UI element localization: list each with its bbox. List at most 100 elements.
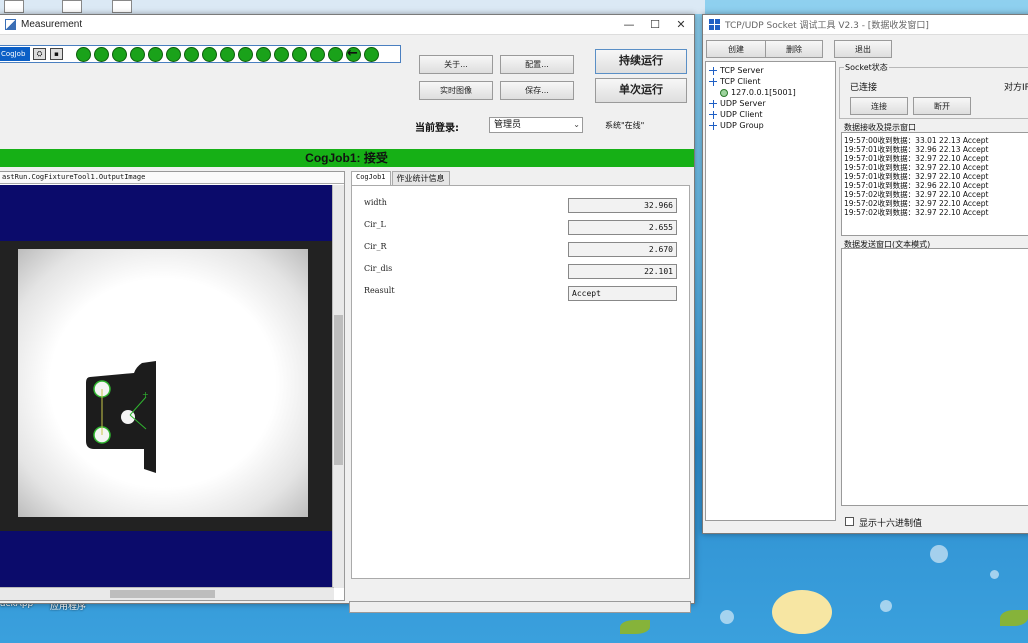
field-value-cir-r: 2.670 <box>568 242 677 257</box>
login-label: 当前登录: <box>415 123 459 134</box>
status-dot[interactable] <box>292 47 307 62</box>
leaf-decoration <box>620 620 650 634</box>
tree-label: UDP Server <box>720 99 766 108</box>
hex-display-checkbox[interactable] <box>845 517 854 526</box>
image-horizontal-scrollbar[interactable] <box>0 587 334 600</box>
cogjob-tag[interactable]: CogJob <box>0 47 30 61</box>
save-button[interactable]: 保存... <box>500 81 574 100</box>
tab-job-statistics[interactable]: 作业统计信息 <box>391 171 450 185</box>
tree-item-client-connection[interactable]: 127.0.0.1[5001] <box>720 88 796 97</box>
backlight-area: + <box>18 249 308 517</box>
tree-item-udp-server[interactable]: UDP Server <box>709 99 766 108</box>
status-dot[interactable] <box>328 47 343 62</box>
status-dot[interactable] <box>166 47 181 62</box>
image-source-select[interactable]: astRun.CogFixtureTool1.OutputImage <box>0 172 344 184</box>
field-label-result: Reasult <box>364 286 395 295</box>
minimize-icon[interactable]: — <box>616 15 642 35</box>
system-status: 系统"在线" <box>605 121 645 130</box>
measured-part-image: + <box>86 361 156 473</box>
taskbar-app-icon[interactable] <box>112 0 132 13</box>
tree-item-tcp-client[interactable]: TCP Client <box>709 77 761 86</box>
results-panel: CogJob1 作业统计信息 width 32.966 Cir_L 2.655 … <box>349 171 692 581</box>
status-dot[interactable] <box>364 47 379 62</box>
image-canvas[interactable]: + <box>0 185 334 588</box>
status-dot[interactable] <box>310 47 325 62</box>
maximize-icon[interactable]: ☐ <box>642 15 668 35</box>
connection-status: 已连接 <box>850 83 878 93</box>
status-dot[interactable] <box>220 47 235 62</box>
status-dot[interactable] <box>148 47 163 62</box>
measurement-window: Measurement — ☐ ✕ CogJob ⛭ ▪ ← 关于... 配置.… <box>0 14 695 613</box>
window-title: TCP/UDP Socket 调试工具 V2.3 - [数据收发窗口] <box>725 21 929 31</box>
flower-decoration <box>772 590 832 634</box>
status-dot[interactable] <box>274 47 289 62</box>
login-user-select[interactable]: 管理员 ⌄ <box>489 117 583 133</box>
field-label-cir-l: Cir_L <box>364 220 386 229</box>
image-vertical-scrollbar[interactable] <box>332 185 344 588</box>
tool-block-icon[interactable]: ▪ <box>50 48 63 60</box>
server-icon <box>709 99 717 108</box>
field-value-result: Accept <box>568 286 677 301</box>
run-once-button[interactable]: 单次运行 <box>595 78 687 103</box>
about-button[interactable]: 关于... <box>419 55 493 74</box>
status-dot[interactable] <box>238 47 253 62</box>
image-display[interactable]: astRun.CogFixtureTool1.OutputImage + <box>0 171 345 601</box>
windows-logo-icon <box>709 19 720 30</box>
bubble-decoration <box>930 545 948 563</box>
field-label-cir-dis: Cir_dis <box>364 264 393 273</box>
peer-ip-label: 对方IP <box>1004 83 1028 93</box>
arrow-left-icon: ← <box>347 46 358 61</box>
tool-fixture-icon[interactable]: ⛭ <box>33 48 46 60</box>
results-footer-bar <box>349 601 691 613</box>
group-title: Socket状态 <box>844 62 889 73</box>
measurement-titlebar[interactable]: Measurement — ☐ ✕ <box>0 15 694 35</box>
disconnect-button[interactable]: 断开 <box>913 97 971 115</box>
config-button[interactable]: 配置... <box>500 55 574 74</box>
status-dot[interactable] <box>202 47 217 62</box>
job-tool-strip: CogJob ⛭ ▪ ← <box>0 45 401 63</box>
connection-tree: TCP Server TCP Client 127.0.0.1[5001] UD… <box>705 61 836 521</box>
status-dot[interactable] <box>94 47 109 62</box>
create-button[interactable]: 创建 <box>706 40 766 58</box>
log-line: 19:57:02收到数据：32.97 22.10 Accept <box>844 208 989 217</box>
exit-button[interactable]: 退出 <box>834 40 892 58</box>
client-icon <box>709 77 717 86</box>
svg-text:+: + <box>142 390 149 399</box>
taskbar-app-icon[interactable] <box>4 0 24 13</box>
tree-item-udp-client[interactable]: UDP Client <box>709 110 763 119</box>
status-dot[interactable] <box>184 47 199 62</box>
socket-titlebar[interactable]: TCP/UDP Socket 调试工具 V2.3 - [数据收发窗口] <box>703 15 1028 35</box>
status-dot[interactable] <box>256 47 271 62</box>
bubble-decoration <box>720 610 734 624</box>
client-icon <box>709 110 717 119</box>
tree-label: TCP Server <box>720 66 764 75</box>
camera-image: + <box>0 241 334 531</box>
top-taskbar-strip <box>0 0 705 14</box>
field-value-width: 32.966 <box>568 198 677 213</box>
status-dot[interactable] <box>76 47 91 62</box>
window-title: Measurement <box>21 19 83 30</box>
delete-button[interactable]: 删除 <box>765 40 823 58</box>
send-text-area[interactable] <box>841 248 1028 506</box>
close-icon[interactable]: ✕ <box>668 15 694 35</box>
job-status-bar: CogJob1: 接受 <box>0 149 694 167</box>
bubble-decoration <box>990 570 999 579</box>
tree-label: UDP Client <box>720 110 763 119</box>
status-dot[interactable] <box>130 47 145 62</box>
connect-button[interactable]: 连接 <box>850 97 908 115</box>
status-dot[interactable] <box>112 47 127 62</box>
taskbar-app-icon[interactable] <box>62 0 82 13</box>
login-user-value: 管理员 <box>494 120 522 130</box>
run-continuous-button[interactable]: 持续运行 <box>595 49 687 74</box>
bubble-decoration <box>880 600 892 612</box>
realtime-image-button[interactable]: 实时图像 <box>419 81 493 100</box>
group-icon <box>709 121 717 130</box>
tree-item-udp-group[interactable]: UDP Group <box>709 121 764 130</box>
tab-cogjob1[interactable]: CogJob1 <box>351 171 391 185</box>
results-table: width 32.966 Cir_L 2.655 Cir_R 2.670 Cir… <box>351 185 690 579</box>
tree-item-tcp-server[interactable]: TCP Server <box>709 66 764 75</box>
receive-log[interactable]: 19:57:00收到数据：33.01 22.13 Accept 19:57:01… <box>841 132 1028 236</box>
tree-label: 127.0.0.1[5001] <box>731 88 796 97</box>
socket-tool-window: TCP/UDP Socket 调试工具 V2.3 - [数据收发窗口] 创建 删… <box>702 14 1028 534</box>
field-value-cir-l: 2.655 <box>568 220 677 235</box>
